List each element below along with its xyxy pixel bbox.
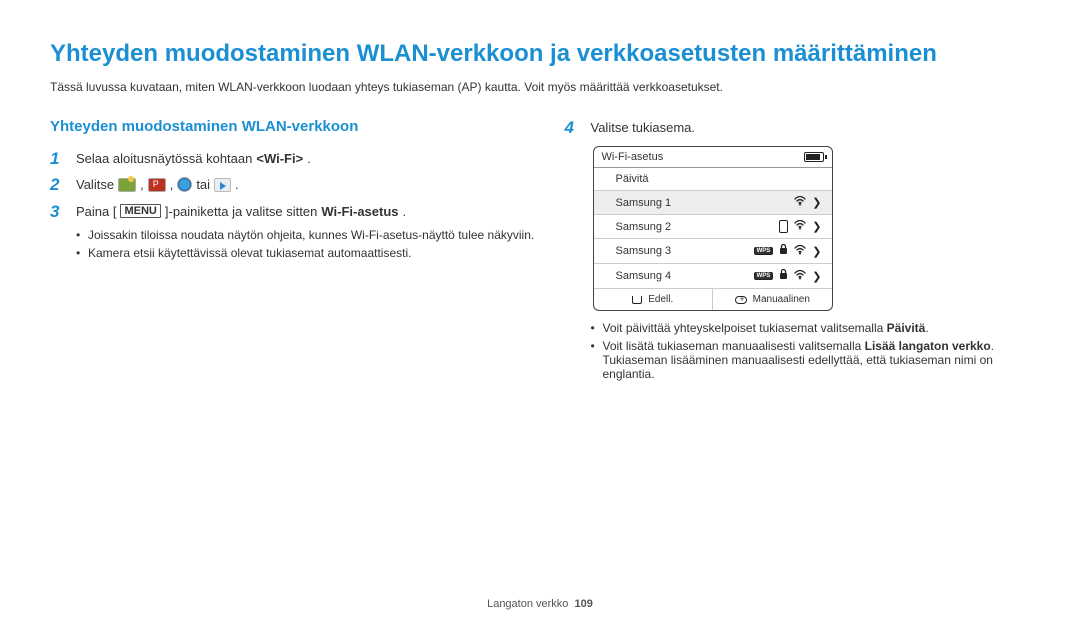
step2-mid1: , <box>140 177 144 192</box>
wifi-icon <box>794 245 806 258</box>
step-num-3: 3 <box>50 202 66 222</box>
ap-row-1[interactable]: Samsung 1 ❯ <box>594 191 832 215</box>
rb1-bold: Päivitä <box>887 321 926 335</box>
page-title: Yhteyden muodostaminen WLAN-verkkoon ja … <box>50 40 1030 68</box>
step2-pre: Valitse <box>76 177 114 192</box>
wifi-icon <box>794 220 806 233</box>
intro-text: Tässä luvussa kuvataan, miten WLAN-verkk… <box>50 80 1030 94</box>
chevron-right-icon: ❯ <box>812 270 821 283</box>
wifi-icon <box>794 196 806 209</box>
step2-mid3: tai <box>196 177 210 192</box>
panel-back-button[interactable]: Edell. <box>594 289 714 310</box>
step3-bold: Wi-Fi-asetus <box>321 204 398 219</box>
chevron-right-icon: ❯ <box>812 245 821 258</box>
chevron-right-icon: ❯ <box>812 196 821 209</box>
phone-icon <box>779 220 788 233</box>
refresh-label: Päivitä <box>616 173 649 185</box>
globe-icon <box>177 177 192 192</box>
ap-row-2[interactable]: Samsung 2 ❯ <box>594 215 832 239</box>
step1-pre: Selaa aloitusnäytössä kohtaan <box>76 151 252 166</box>
program-icon <box>148 178 166 192</box>
ap-row-2-label: Samsung 2 <box>616 221 672 233</box>
back-label: Edell. <box>648 294 673 305</box>
ap-refresh-row[interactable]: Päivitä <box>594 168 832 191</box>
battery-icon <box>804 152 824 162</box>
ap-selection-panel: Wi-Fi-asetus Päivitä Samsung 1 ❯ Samsung… <box>593 146 833 311</box>
step2-suf: . <box>235 177 239 192</box>
ap-row-3[interactable]: Samsung 3 WPS ❯ <box>594 239 832 264</box>
panel-manual-button[interactable]: Manuaalinen <box>713 289 832 310</box>
left-bullet-1: Joissakin tiloissa noudata näytön ohjeit… <box>76 228 535 242</box>
footer-page: 109 <box>575 598 593 610</box>
rb1-suf: . <box>925 321 928 335</box>
step1-suf: . <box>307 151 311 166</box>
wps-icon: WPS <box>754 247 774 255</box>
ap-row-3-label: Samsung 3 <box>616 245 672 257</box>
ap-row-4[interactable]: Samsung 4 WPS ❯ <box>594 264 832 289</box>
menu-button-icon: MENU <box>120 204 160 218</box>
plus-icon <box>735 296 747 304</box>
wps-icon: WPS <box>754 272 774 280</box>
left-bullet-2: Kamera etsii käytettävissä olevat tukias… <box>76 246 535 260</box>
ap-row-4-label: Samsung 4 <box>616 270 672 282</box>
rb2-bold: Lisää langaton verkko <box>865 339 991 353</box>
page-footer: Langaton verkko 109 <box>0 598 1080 610</box>
ap-row-1-label: Samsung 1 <box>616 197 672 209</box>
section-subhead: Yhteyden muodostaminen WLAN-verkkoon <box>50 118 535 135</box>
rb1-pre: Voit päivittää yhteyskelpoiset tukiasema… <box>603 321 887 335</box>
step3-mid: ]-painiketta ja valitse sitten <box>165 204 317 219</box>
rb2-pre: Voit lisätä tukiaseman manuaalisesti val… <box>603 339 865 353</box>
lock-icon <box>779 269 788 283</box>
scene-icon <box>118 178 136 192</box>
chevron-right-icon: ❯ <box>812 220 821 233</box>
footer-section: Langaton verkko <box>487 598 568 610</box>
panel-title: Wi-Fi-asetus <box>602 151 664 163</box>
play-icon <box>214 178 231 192</box>
lock-icon <box>779 244 788 258</box>
step4-text: Valitse tukiasema. <box>591 118 1031 135</box>
step2-mid2: , <box>170 177 174 192</box>
step3-pre: Paina [ <box>76 204 116 219</box>
step-num-4: 4 <box>565 118 581 138</box>
manual-label: Manuaalinen <box>753 294 810 305</box>
right-bullet-2: Voit lisätä tukiaseman manuaalisesti val… <box>591 339 1031 381</box>
step1-bold: <Wi-Fi> <box>256 151 303 166</box>
step3-suf: . <box>403 204 407 219</box>
wifi-icon <box>794 270 806 283</box>
step-num-2: 2 <box>50 175 66 195</box>
step-num-1: 1 <box>50 149 66 169</box>
back-icon <box>632 296 642 304</box>
right-bullet-1: Voit päivittää yhteyskelpoiset tukiasema… <box>591 321 1031 335</box>
